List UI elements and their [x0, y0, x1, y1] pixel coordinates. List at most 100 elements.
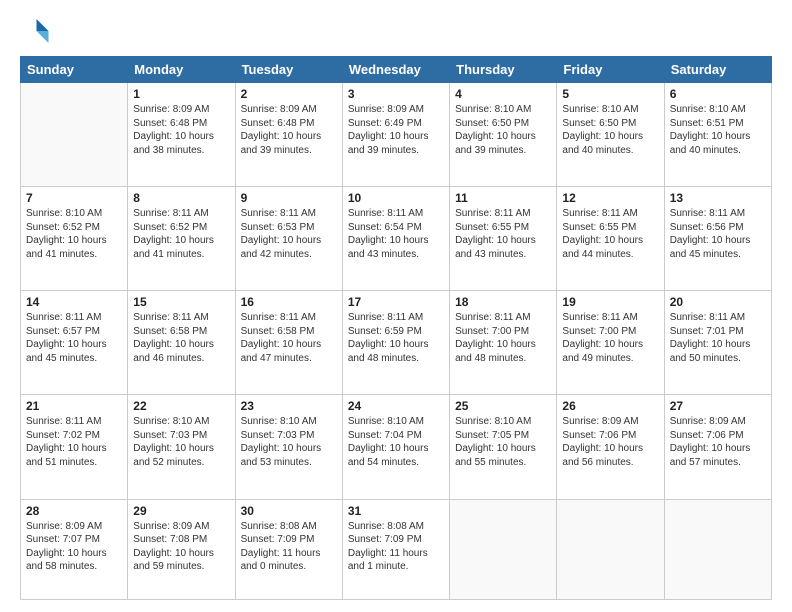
calendar-week-row: 1 Sunrise: 8:09 AM Sunset: 6:48 PM Daylig… — [21, 83, 772, 187]
day-number: 15 — [133, 295, 229, 309]
calendar-cell: 3 Sunrise: 8:09 AM Sunset: 6:49 PM Daylig… — [342, 83, 449, 187]
day-number: 23 — [241, 399, 337, 413]
calendar-cell: 6 Sunrise: 8:10 AM Sunset: 6:51 PM Daylig… — [664, 83, 771, 187]
day-info: Sunrise: 8:09 AM Sunset: 6:48 PM Dayligh… — [241, 103, 337, 157]
day-info: Sunrise: 8:11 AM Sunset: 6:56 PM Dayligh… — [670, 207, 766, 261]
calendar-cell: 13 Sunrise: 8:11 AM Sunset: 6:56 PM Dayli… — [664, 187, 771, 291]
day-number: 13 — [670, 191, 766, 205]
calendar-cell: 20 Sunrise: 8:11 AM Sunset: 7:01 PM Dayli… — [664, 291, 771, 395]
day-info: Sunrise: 8:11 AM Sunset: 6:57 PM Dayligh… — [26, 311, 122, 365]
header — [20, 16, 772, 46]
calendar-cell: 26Sunrise: 8:09 AM Sunset: 7:06 PM Dayli… — [557, 395, 664, 499]
weekday-header: Monday — [128, 57, 235, 83]
day-info: Sunrise: 8:11 AM Sunset: 7:00 PM Dayligh… — [455, 311, 551, 365]
calendar-cell: 28 Sunrise: 8:09 AM Sunset: 7:07 PM Dayli… — [21, 499, 128, 599]
calendar-cell: 14 Sunrise: 8:11 AM Sunset: 6:57 PM Dayli… — [21, 291, 128, 395]
day-info: Sunrise: 8:10 AM Sunset: 7:03 PM Dayligh… — [133, 415, 229, 469]
day-number: 3 — [348, 87, 444, 101]
day-info: Sunrise: 8:11 AM Sunset: 7:02 PM Dayligh… — [26, 415, 122, 469]
day-info: Sunrise: 8:10 AM Sunset: 6:50 PM Dayligh… — [455, 103, 551, 157]
calendar-cell: 15Sunrise: 8:11 AM Sunset: 6:58 PM Dayli… — [128, 291, 235, 395]
day-number: 7 — [26, 191, 122, 205]
calendar-cell: 27 Sunrise: 8:09 AM Sunset: 7:06 PM Dayli… — [664, 395, 771, 499]
calendar-cell: 24 Sunrise: 8:10 AM Sunset: 7:04 PM Dayli… — [342, 395, 449, 499]
logo-icon — [20, 16, 50, 46]
day-info: Sunrise: 8:08 AM Sunset: 7:09 PM Dayligh… — [241, 520, 337, 574]
day-info: Sunrise: 8:10 AM Sunset: 6:52 PM Dayligh… — [26, 207, 122, 261]
day-info: Sunrise: 8:11 AM Sunset: 7:00 PM Dayligh… — [562, 311, 658, 365]
weekday-header: Friday — [557, 57, 664, 83]
day-number: 16 — [241, 295, 337, 309]
day-number: 20 — [670, 295, 766, 309]
calendar-cell: 22 Sunrise: 8:10 AM Sunset: 7:03 PM Dayli… — [128, 395, 235, 499]
calendar-cell: 31 Sunrise: 8:08 AM Sunset: 7:09 PM Dayli… — [342, 499, 449, 599]
day-number: 30 — [241, 504, 337, 518]
calendar-table: SundayMondayTuesdayWednesdayThursdayFrid… — [20, 56, 772, 600]
day-info: Sunrise: 8:08 AM Sunset: 7:09 PM Dayligh… — [348, 520, 444, 574]
day-info: Sunrise: 8:11 AM Sunset: 6:55 PM Dayligh… — [562, 207, 658, 261]
day-info: Sunrise: 8:10 AM Sunset: 6:50 PM Dayligh… — [562, 103, 658, 157]
day-info: Sunrise: 8:11 AM Sunset: 6:54 PM Dayligh… — [348, 207, 444, 261]
day-number: 25 — [455, 399, 551, 413]
day-number: 14 — [26, 295, 122, 309]
weekday-header-row: SundayMondayTuesdayWednesdayThursdayFrid… — [21, 57, 772, 83]
calendar-cell: 7 Sunrise: 8:10 AM Sunset: 6:52 PM Daylig… — [21, 187, 128, 291]
day-info: Sunrise: 8:11 AM Sunset: 6:53 PM Dayligh… — [241, 207, 337, 261]
day-info: Sunrise: 8:09 AM Sunset: 7:08 PM Dayligh… — [133, 520, 229, 574]
weekday-header: Saturday — [664, 57, 771, 83]
day-number: 24 — [348, 399, 444, 413]
day-number: 10 — [348, 191, 444, 205]
day-info: Sunrise: 8:11 AM Sunset: 6:59 PM Dayligh… — [348, 311, 444, 365]
weekday-header: Thursday — [450, 57, 557, 83]
calendar-cell: 11Sunrise: 8:11 AM Sunset: 6:55 PM Dayli… — [450, 187, 557, 291]
weekday-header: Sunday — [21, 57, 128, 83]
calendar-cell: 19 Sunrise: 8:11 AM Sunset: 7:00 PM Dayli… — [557, 291, 664, 395]
calendar-cell: 21 Sunrise: 8:11 AM Sunset: 7:02 PM Dayli… — [21, 395, 128, 499]
day-info: Sunrise: 8:11 AM Sunset: 6:52 PM Dayligh… — [133, 207, 229, 261]
calendar-cell: 18 Sunrise: 8:11 AM Sunset: 7:00 PM Dayli… — [450, 291, 557, 395]
day-info: Sunrise: 8:10 AM Sunset: 7:04 PM Dayligh… — [348, 415, 444, 469]
day-info: Sunrise: 8:10 AM Sunset: 7:05 PM Dayligh… — [455, 415, 551, 469]
day-info: Sunrise: 8:11 AM Sunset: 7:01 PM Dayligh… — [670, 311, 766, 365]
day-number: 4 — [455, 87, 551, 101]
calendar-cell: 9 Sunrise: 8:11 AM Sunset: 6:53 PM Daylig… — [235, 187, 342, 291]
day-number: 11 — [455, 191, 551, 205]
calendar-cell: 30 Sunrise: 8:08 AM Sunset: 7:09 PM Dayli… — [235, 499, 342, 599]
weekday-header: Tuesday — [235, 57, 342, 83]
day-number: 21 — [26, 399, 122, 413]
calendar-cell — [557, 499, 664, 599]
day-number: 28 — [26, 504, 122, 518]
day-info: Sunrise: 8:09 AM Sunset: 7:07 PM Dayligh… — [26, 520, 122, 574]
day-number: 29 — [133, 504, 229, 518]
day-number: 22 — [133, 399, 229, 413]
calendar-cell: 23 Sunrise: 8:10 AM Sunset: 7:03 PM Dayli… — [235, 395, 342, 499]
day-number: 1 — [133, 87, 229, 101]
day-info: Sunrise: 8:09 AM Sunset: 6:49 PM Dayligh… — [348, 103, 444, 157]
calendar-cell: 10 Sunrise: 8:11 AM Sunset: 6:54 PM Dayli… — [342, 187, 449, 291]
day-number: 9 — [241, 191, 337, 205]
calendar-cell: 16 Sunrise: 8:11 AM Sunset: 6:58 PM Dayli… — [235, 291, 342, 395]
day-number: 19 — [562, 295, 658, 309]
calendar-cell: 4 Sunrise: 8:10 AM Sunset: 6:50 PM Daylig… — [450, 83, 557, 187]
calendar-cell: 2 Sunrise: 8:09 AM Sunset: 6:48 PM Daylig… — [235, 83, 342, 187]
calendar-cell: 17 Sunrise: 8:11 AM Sunset: 6:59 PM Dayli… — [342, 291, 449, 395]
day-number: 12 — [562, 191, 658, 205]
day-number: 6 — [670, 87, 766, 101]
day-info: Sunrise: 8:09 AM Sunset: 7:06 PM Dayligh… — [670, 415, 766, 469]
day-number: 27 — [670, 399, 766, 413]
calendar-cell: 1 Sunrise: 8:09 AM Sunset: 6:48 PM Daylig… — [128, 83, 235, 187]
day-info: Sunrise: 8:10 AM Sunset: 7:03 PM Dayligh… — [241, 415, 337, 469]
day-number: 31 — [348, 504, 444, 518]
day-info: Sunrise: 8:09 AM Sunset: 6:48 PM Dayligh… — [133, 103, 229, 157]
calendar-cell: 25 Sunrise: 8:10 AM Sunset: 7:05 PM Dayli… — [450, 395, 557, 499]
day-number: 5 — [562, 87, 658, 101]
day-number: 18 — [455, 295, 551, 309]
calendar-week-row: 14 Sunrise: 8:11 AM Sunset: 6:57 PM Dayli… — [21, 291, 772, 395]
day-info: Sunrise: 8:10 AM Sunset: 6:51 PM Dayligh… — [670, 103, 766, 157]
calendar-week-row: 21 Sunrise: 8:11 AM Sunset: 7:02 PM Dayli… — [21, 395, 772, 499]
calendar-cell — [450, 499, 557, 599]
day-number: 17 — [348, 295, 444, 309]
day-number: 2 — [241, 87, 337, 101]
day-info: Sunrise: 8:09 AM Sunset: 7:06 PM Dayligh… — [562, 415, 658, 469]
day-info: Sunrise: 8:11 AM Sunset: 6:58 PM Dayligh… — [241, 311, 337, 365]
